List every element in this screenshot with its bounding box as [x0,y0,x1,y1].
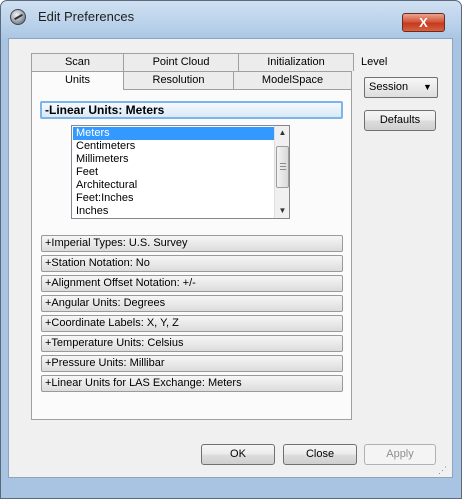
tab-units[interactable]: Units [31,71,124,90]
tab-point-cloud[interactable]: Point Cloud [123,53,239,71]
section-header[interactable]: +Linear Units for LAS Exchange: Meters [41,375,343,392]
scroll-up-icon[interactable]: ▲ [275,126,290,140]
chevron-down-icon: ▼ [423,82,432,92]
linear-unit-option[interactable]: Feet:Inches [73,192,275,205]
close-icon: X [419,15,428,30]
section-header[interactable]: +Imperial Types: U.S. Survey [41,235,343,252]
linear-units-listbox[interactable]: Meters Centimeters Millimeters Feet Architec… [71,125,290,219]
level-select[interactable]: Session ▼ [364,77,438,98]
section-header[interactable]: +Station Notation: No [41,255,343,272]
apply-button[interactable]: Apply [364,444,436,465]
section-header[interactable]: +Alignment Offset Notation: +/- [41,275,343,292]
window-title: Edit Preferences [38,9,135,24]
section-header[interactable]: +Pressure Units: Millibar [41,355,343,372]
defaults-button[interactable]: Defaults [364,110,436,131]
scroll-thumb[interactable] [276,146,289,188]
level-select-value: Session [369,81,409,93]
linear-unit-option[interactable]: Feet [73,166,275,179]
close-button[interactable]: Close [283,444,357,465]
linear-units-options: Meters Centimeters Millimeters Feet Architec… [73,127,275,218]
tab-resolution[interactable]: Resolution [123,71,234,89]
linear-unit-option[interactable]: Centimeters [73,140,275,153]
linear-unit-option[interactable]: Meters [73,127,275,140]
section-header[interactable]: +Coordinate Labels: X, Y, Z [41,315,343,332]
tab-modelspace[interactable]: ModelSpace [233,71,352,89]
ok-button[interactable]: OK [201,444,275,465]
listbox-scrollbar[interactable]: ▲ ▼ [274,126,289,218]
tab-scan[interactable]: Scan [31,53,124,71]
level-label: Level [361,56,388,68]
linear-unit-option[interactable]: Millimeters [73,153,275,166]
linear-unit-option[interactable]: Architectural [73,179,275,192]
close-window-button[interactable]: X [402,13,445,32]
tab-initialization[interactable]: Initialization [238,53,354,71]
section-header[interactable]: +Temperature Units: Celsius [41,335,343,352]
linear-unit-option[interactable]: Inches [73,205,275,218]
section-header[interactable]: +Angular Units: Degrees [41,295,343,312]
linear-units-header[interactable]: -Linear Units: Meters [40,101,343,119]
scroll-down-icon[interactable]: ▼ [275,204,290,218]
app-logo-icon [10,9,26,25]
resize-grip-icon[interactable]: ⋰ [438,464,450,476]
